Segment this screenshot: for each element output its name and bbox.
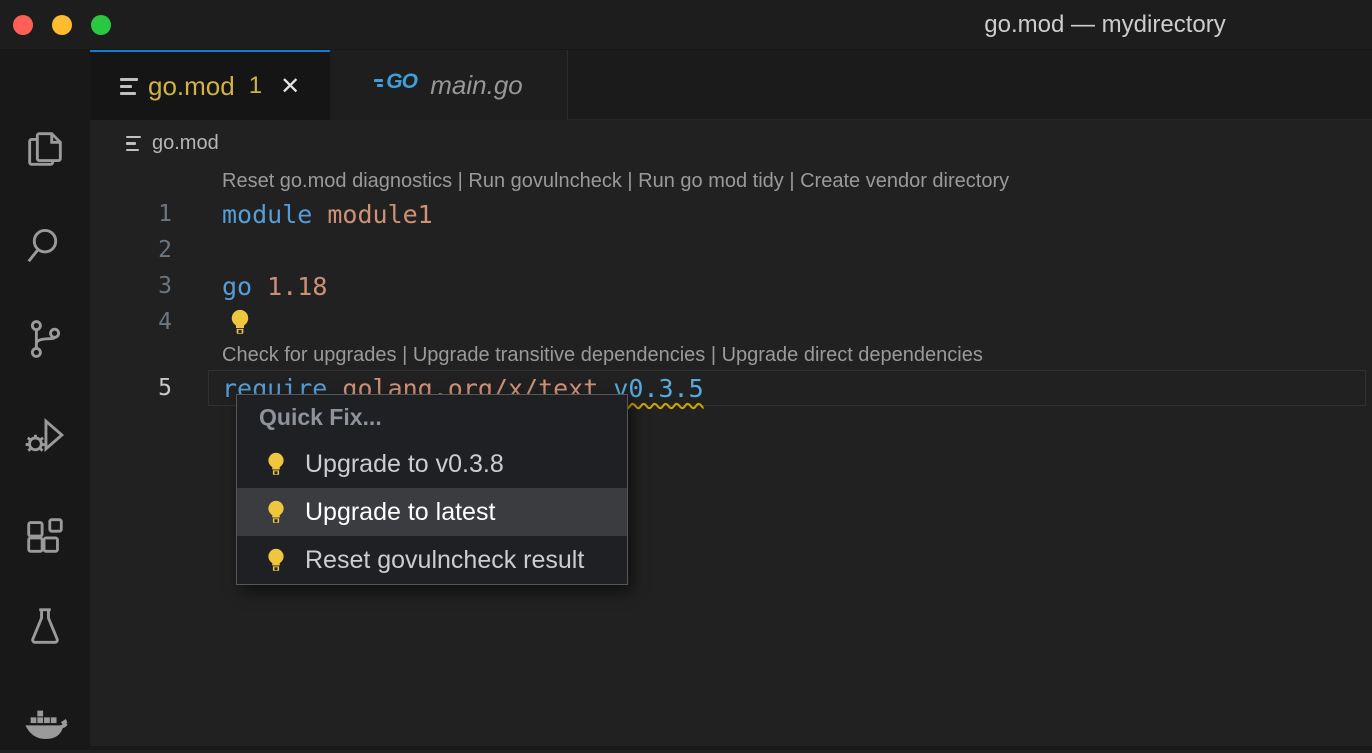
go-logo-icon: GO (374, 73, 420, 97)
code-line-2: 2 (90, 232, 1372, 268)
breadcrumb[interactable]: go.mod (126, 132, 219, 155)
activity-bar (0, 50, 90, 750)
quick-fix-menu-header: Quick Fix... (237, 395, 627, 440)
tab-bar: go.mod 1 ✕ GO main.go (90, 50, 1372, 120)
lightbulb-icon[interactable] (226, 308, 254, 336)
minimize-window-icon[interactable] (52, 15, 72, 35)
menu-item-label: Upgrade to v0.3.8 (305, 450, 504, 479)
lightbulb-icon (263, 499, 289, 525)
line-number: 1 (90, 201, 180, 227)
line-number: 5 (90, 375, 180, 401)
lightbulb-icon (263, 451, 289, 477)
search-icon[interactable] (22, 222, 68, 268)
docker-whale-icon[interactable] (22, 702, 68, 748)
code-text: module module1 (222, 200, 433, 229)
menu-item-reset-govulncheck[interactable]: Reset govulncheck result (237, 536, 627, 584)
lightbulb-icon (263, 547, 289, 573)
menu-item-upgrade-latest[interactable]: Upgrade to latest (237, 488, 627, 536)
code-text: go 1.18 (222, 272, 327, 301)
line-number: 2 (90, 237, 180, 263)
zoom-window-icon[interactable] (91, 15, 111, 35)
quick-fix-menu: Quick Fix... Upgrade to v0.3.8 Upgrade t… (236, 394, 628, 585)
go-mod-file-icon (120, 78, 138, 95)
extensions-icon[interactable] (22, 513, 68, 559)
codelens-require-actions[interactable]: Check for upgrades | Upgrade transitive … (90, 340, 1372, 370)
code-line-3: 3 go 1.18 (90, 268, 1372, 304)
code-area: Reset go.mod diagnostics | Run govulnche… (90, 166, 1372, 406)
tab-go-mod[interactable]: go.mod 1 ✕ (90, 50, 330, 120)
traffic-lights (13, 15, 111, 35)
menu-item-upgrade-v038[interactable]: Upgrade to v0.3.8 (237, 440, 627, 488)
run-debug-icon[interactable] (22, 412, 68, 458)
code-line-1: 1 module module1 (90, 196, 1372, 232)
beaker-icon[interactable] (22, 604, 68, 650)
tab-label: go.mod (148, 71, 235, 102)
line-number: 4 (90, 309, 180, 335)
breadcrumb-item[interactable]: go.mod (152, 132, 219, 155)
codelens-module-actions[interactable]: Reset go.mod diagnostics | Run govulnche… (90, 166, 1372, 196)
menu-item-label: Reset govulncheck result (305, 546, 584, 575)
close-window-icon[interactable] (13, 15, 33, 35)
window-bottom-edge (90, 746, 1372, 750)
tab-warning-count: 1 (249, 72, 262, 100)
source-control-icon[interactable] (22, 316, 68, 362)
window-title: go.mod — mydirectory (984, 11, 1225, 39)
go-mod-file-icon (126, 136, 141, 152)
code-line-4: 4 (90, 304, 1372, 340)
titlebar: go.mod — mydirectory (0, 0, 1372, 50)
close-tab-icon[interactable]: ✕ (280, 72, 300, 101)
menu-item-label: Upgrade to latest (305, 498, 495, 527)
explorer-icon[interactable] (22, 126, 68, 172)
line-number: 3 (90, 273, 180, 299)
tab-label: main.go (430, 70, 523, 101)
tab-main-go[interactable]: GO main.go (330, 50, 568, 120)
